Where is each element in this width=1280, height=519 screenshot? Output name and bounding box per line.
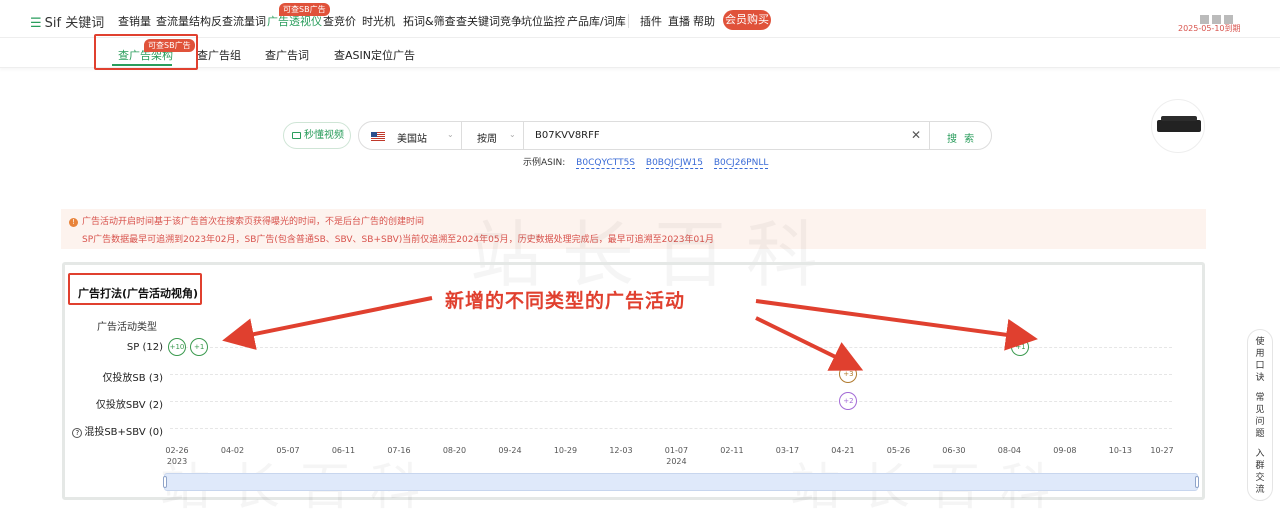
- annotation-arrows: [222, 296, 1038, 371]
- sidebar-link[interactable]: 使用口诀: [1255, 336, 1265, 384]
- sidebar-link[interactable]: 常见问题: [1255, 392, 1265, 440]
- nav-badge: 可查SB广告: [279, 3, 330, 16]
- arrow-middle: [755, 316, 864, 371]
- arrow-left: [222, 296, 433, 350]
- sidebar-link[interactable]: 入群交流: [1255, 448, 1265, 496]
- callout-text: 新增的不同类型的广告活动: [445, 290, 686, 312]
- arrow-right: [755, 299, 1038, 351]
- floating-help-sidebar: 使用口诀常见问题入群交流: [1247, 329, 1273, 501]
